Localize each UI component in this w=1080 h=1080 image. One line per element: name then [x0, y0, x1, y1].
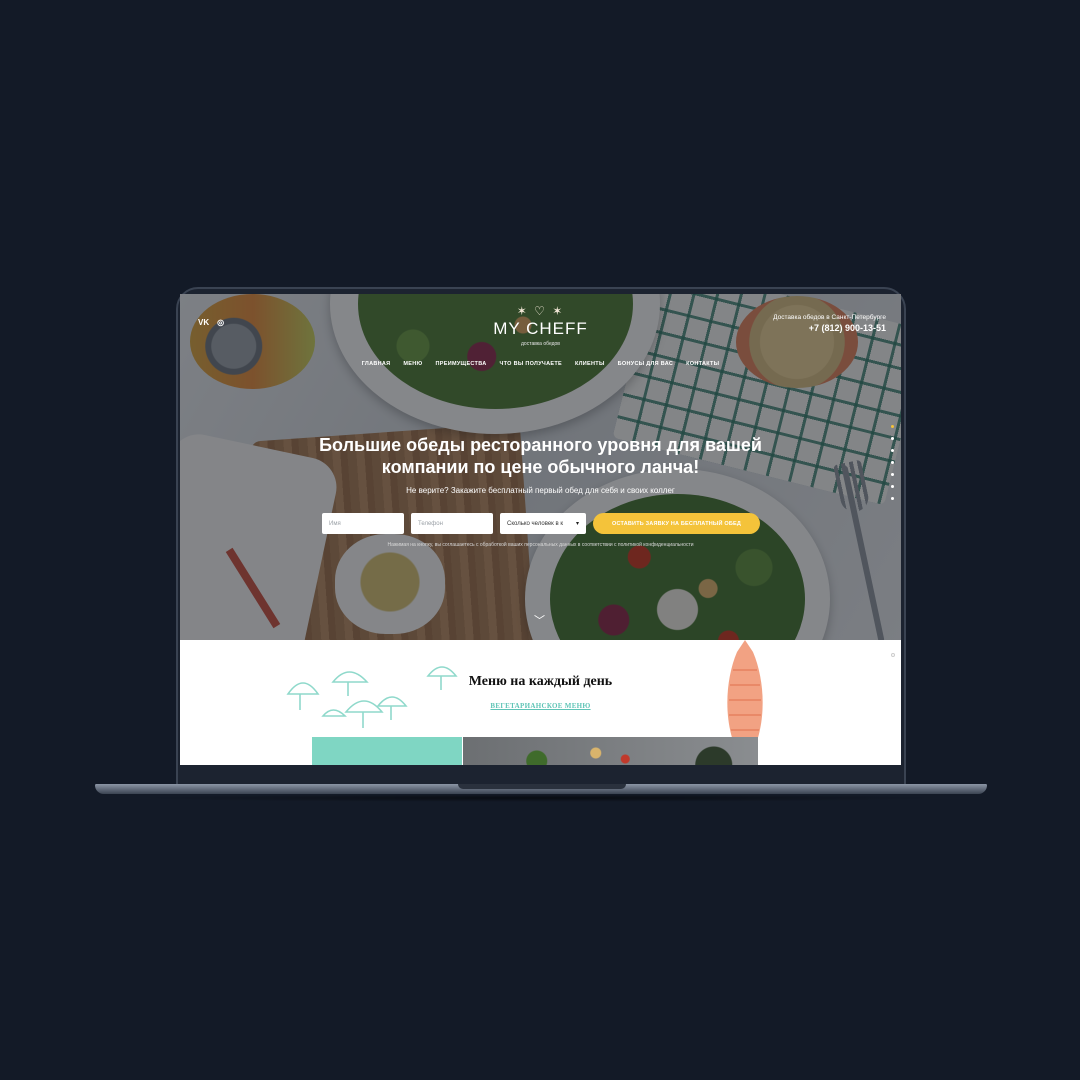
slide-dot-5[interactable]	[891, 473, 894, 476]
scroll-indicator	[891, 653, 895, 657]
phone-input[interactable]: Телефон	[411, 513, 493, 534]
nav-item-home[interactable]: ГЛАВНАЯ	[362, 361, 391, 367]
delivery-city-text: Доставка обедов в Санкт-Петербурге	[773, 314, 886, 321]
slide-dots	[891, 425, 894, 500]
nav-item-contacts[interactable]: КОНТАКТЫ	[686, 361, 719, 367]
contact-block: Доставка обедов в Санкт-Петербурге +7 (8…	[773, 314, 886, 333]
menu-section-title: Меню на каждый день	[468, 674, 613, 689]
people-count-select[interactable]: Сколько человек в к ▾	[500, 513, 586, 534]
mushrooms-illustration	[286, 666, 458, 728]
slide-dot-6[interactable]	[891, 485, 894, 488]
laptop-shadow	[130, 794, 950, 802]
logo-tagline: доставка обедов	[521, 341, 560, 347]
slide-dot-1[interactable]	[891, 425, 894, 428]
hero-section: VK ◎ ✶ ♡ ✶ MY CHEFF доставка обедов Дост…	[180, 294, 901, 640]
nav-item-clients[interactable]: КЛИЕНТЫ	[575, 361, 605, 367]
menu-section: Меню на каждый день ВЕГЕТАРИАНСКОЕ МЕНЮ	[180, 640, 901, 765]
slide-dot-7[interactable]	[891, 497, 894, 500]
hero-title-line-1: Большие обеды ресторанного уровня для ва…	[319, 435, 762, 455]
slide-dot-3[interactable]	[891, 449, 894, 452]
dropdown-caret-icon: ▾	[575, 521, 579, 527]
scroll-down-icon[interactable]: ﹀	[534, 612, 545, 628]
privacy-disclaimer: Нажимая на кнопку, вы соглашаетесь с обр…	[387, 542, 694, 548]
free-lunch-request-button[interactable]: ОСТАВИТЬ ЗАЯВКУ НА БЕСПЛАТНЫЙ ОБЕД	[593, 513, 760, 534]
hero-title-line-2: компании по цене обычного ланча!	[381, 457, 700, 477]
slide-dot-2[interactable]	[891, 437, 894, 440]
people-count-value: Сколько человек в к	[507, 520, 563, 527]
lead-form: Имя Телефон Сколько человек в к ▾ ОСТАВИ…	[322, 513, 760, 534]
menu-card-teal[interactable]	[312, 737, 462, 765]
main-nav: ГЛАВНАЯ МЕНЮ ПРЕИМУЩЕСТВА ЧТО ВЫ ПОЛУЧАЕ…	[180, 361, 901, 367]
hero-subtitle: Не верите? Закажите бесплатный первый об…	[406, 486, 675, 495]
nav-item-what-you-get[interactable]: ЧТО ВЫ ПОЛУЧАЕТЕ	[499, 361, 562, 367]
phone-link[interactable]: +7 (812) 900-13-51	[773, 323, 886, 333]
name-input[interactable]: Имя	[322, 513, 404, 534]
laptop-notch	[458, 784, 626, 789]
vegetarian-menu-link[interactable]: ВЕГЕТАРИАНСКОЕ МЕНЮ	[180, 702, 901, 710]
menu-card-photo[interactable]	[463, 737, 758, 765]
nav-item-advantages[interactable]: ПРЕИМУЩЕСТВА	[436, 361, 487, 367]
nav-item-bonuses[interactable]: БОНУСЫ ДЛЯ ВАС	[618, 361, 673, 367]
hero-title: Большие обеды ресторанного уровня для ва…	[180, 434, 901, 478]
browser-screen: VK ◎ ✶ ♡ ✶ MY CHEFF доставка обедов Дост…	[180, 294, 901, 765]
nav-item-menu[interactable]: МЕНЮ	[403, 361, 422, 367]
slide-dot-4[interactable]	[891, 461, 894, 464]
